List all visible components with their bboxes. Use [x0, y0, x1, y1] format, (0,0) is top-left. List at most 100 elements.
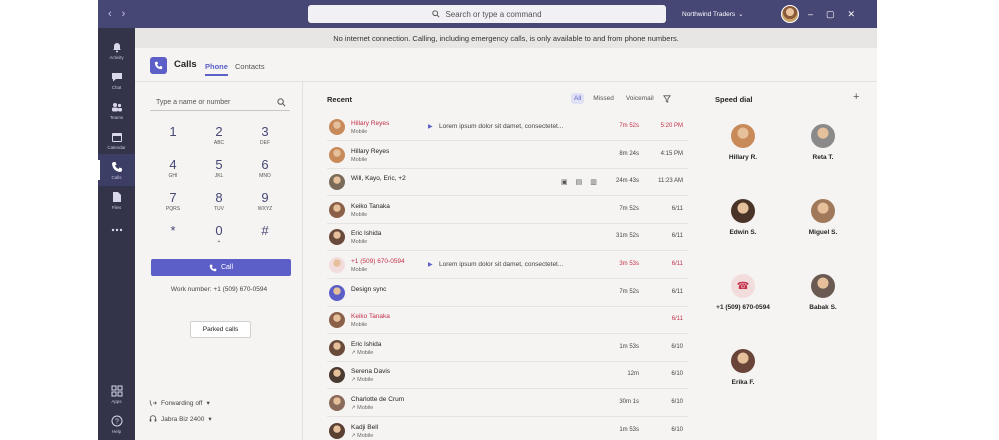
speed-dial-contact[interactable]: Erika F. — [703, 349, 783, 386]
rail-item-calls[interactable]: Calls — [98, 154, 135, 186]
key-letters: JKL — [214, 173, 224, 179]
dialpad-key-2[interactable]: 2 ABC — [199, 124, 239, 152]
tab-phone[interactable]: Phone — [205, 62, 228, 76]
speed-dial-contact[interactable]: Babak S. — [783, 274, 863, 311]
speed-dial-contact[interactable]: ☎ +1 (509) 670-0594 — [703, 274, 783, 311]
caller-line: Mobile — [351, 156, 368, 163]
call-row[interactable]: Keiko Tanaka Mobile 7m 52s 6/11 — [327, 197, 688, 224]
call-row[interactable]: Serena Davis ↗ Mobile 12m 6/10 — [327, 362, 688, 390]
rail-item-more[interactable] — [98, 214, 135, 246]
title-bar: ‹ › Search or type a command Northwind T… — [98, 0, 877, 28]
rail-item-files[interactable]: Files — [98, 184, 135, 216]
dial-search-input[interactable]: Type a name or number — [150, 95, 290, 111]
recent-title: Recent — [327, 95, 353, 104]
command-search-box[interactable]: Search or type a command — [308, 5, 666, 23]
call-time: 6/10 — [671, 399, 683, 405]
call-row[interactable]: Eric Ishida ↗ Mobile 1m 53s 6/10 — [327, 335, 688, 362]
caller-name: Eric Ishida — [351, 340, 382, 348]
offline-banner: No internet connection. Calling, includi… — [135, 28, 877, 48]
call-row[interactable]: Keiko Tanaka Mobile 6/11 — [327, 307, 688, 335]
key-digit: 3 — [261, 124, 269, 139]
caller-line: Mobile — [351, 267, 368, 273]
minimize-icon[interactable]: – — [808, 9, 813, 19]
call-duration: 1m 53s — [619, 343, 639, 350]
add-speed-dial-button[interactable]: + — [853, 91, 859, 103]
avatar — [329, 367, 345, 384]
avatar — [329, 422, 345, 439]
parked-calls-button[interactable]: Parked calls — [190, 321, 251, 338]
forward-arrow-icon[interactable]: › — [122, 8, 126, 20]
maximize-icon[interactable]: ▢ — [826, 9, 835, 20]
caller-name: Eric Ishida — [351, 230, 382, 238]
caller-name: Hillary Reyes — [351, 120, 390, 127]
rail-item-apps[interactable]: Apps — [98, 378, 135, 410]
dialpad-key-0[interactable]: 0 + — [199, 223, 239, 251]
filter-icon[interactable] — [662, 94, 671, 103]
caller-line: Mobile — [351, 239, 368, 246]
filter-all[interactable]: All — [571, 93, 585, 104]
key-digit: * — [170, 223, 176, 238]
avatar — [329, 174, 345, 191]
call-row[interactable]: Design sync 7m 52s 6/11 — [327, 280, 688, 307]
speed-dial-contact[interactable]: Hillary R. — [703, 124, 783, 161]
forwarding-setting[interactable]: Forwarding off ▾ — [149, 399, 210, 407]
notes-icon[interactable]: ▥ — [590, 178, 597, 186]
play-voicemail-icon[interactable]: ▶ — [428, 261, 433, 268]
rail-item-help[interactable]: ? Help — [98, 408, 135, 440]
close-icon[interactable]: ✕ — [848, 9, 856, 20]
phone-number-avatar: ☎ — [731, 274, 755, 298]
dialpad-key-7[interactable]: 7 PQRS — [153, 190, 193, 218]
call-row[interactable]: Hillary Reyes Mobile 8m 24s 4:15 PM — [327, 142, 688, 169]
call-button[interactable]: Call — [151, 259, 291, 276]
call-row[interactable]: Hillary Reyes Mobile ▶ Lorem ipsum dolor si… — [327, 114, 688, 141]
dialpad-key-hash[interactable]: # — [245, 223, 285, 251]
dialpad-key-9[interactable]: 9 WXYZ — [245, 190, 285, 218]
filter-missed[interactable]: Missed — [590, 93, 617, 104]
chevron-down-icon: ⌄ — [738, 11, 744, 18]
rail-item-teams[interactable]: Teams — [98, 94, 135, 126]
dialpad-key-4[interactable]: 4 GHI — [153, 157, 193, 185]
tenant-switcher[interactable]: Northwind Traders ⌄ — [682, 0, 744, 28]
audio-device-setting[interactable]: Jabra Biz 2400 ▾ — [149, 415, 212, 423]
tab-contacts[interactable]: Contacts — [235, 62, 265, 71]
speed-dial-contact[interactable]: Reta T. — [783, 124, 863, 161]
dialpad-key-5[interactable]: 5 JKL — [199, 157, 239, 185]
speed-dial-contact[interactable]: Edwin S. — [703, 199, 783, 236]
rail-item-calendar[interactable]: Calendar — [98, 124, 135, 156]
call-time: 6/11 — [671, 288, 683, 295]
call-row[interactable]: Eric Ishida Mobile 31m 52s 6/11 — [327, 224, 688, 252]
rail-item-chat[interactable]: Chat — [98, 64, 135, 96]
profile-avatar[interactable] — [781, 5, 799, 23]
avatar — [329, 201, 345, 218]
play-voicemail-icon[interactable]: ▶ — [428, 123, 433, 130]
speed-dial-name: Edwin S. — [729, 229, 757, 236]
avatar — [329, 339, 345, 356]
dialpad-key-3[interactable]: 3 DEF — [245, 124, 285, 152]
dialpad-key-star[interactable]: * — [153, 223, 193, 251]
key-digit: 7 — [169, 190, 177, 205]
call-duration: 3m 53s — [619, 261, 639, 267]
video-icon[interactable]: ▣ — [561, 178, 568, 186]
dialpad-key-8[interactable]: 8 TUV — [199, 190, 239, 218]
teams-icon — [111, 102, 122, 111]
rail-item-activity[interactable]: Activity — [98, 34, 135, 66]
dialpad-key-1[interactable]: 1 — [153, 124, 193, 152]
speed-dial-contact[interactable]: Miguel S. — [783, 199, 863, 236]
call-time: 4:15 PM — [660, 150, 683, 157]
call-time: 6/10 — [671, 371, 683, 378]
call-row[interactable]: Kadji Bell ↗ Mobile 1m 53s 6/10 — [327, 418, 688, 440]
dialpad-key-6[interactable]: 6 MNO — [245, 157, 285, 185]
filter-voicemail[interactable]: Voicemail — [623, 93, 657, 104]
avatar — [329, 257, 345, 273]
back-arrow-icon[interactable]: ‹ — [108, 8, 112, 20]
call-time: 6/10 — [671, 426, 683, 433]
search-icon — [277, 98, 286, 107]
caller-name: +1 (509) 670-0594 — [351, 258, 405, 265]
chat-icon[interactable]: ▤ — [576, 178, 583, 186]
call-time: 6/11 — [671, 261, 683, 267]
call-row[interactable]: Will, Kayo, Eric, +2 ▣ ▤ ▥ 24m 43s 11:23 AM — [327, 169, 688, 197]
call-row[interactable]: +1 (509) 670-0594 Mobile ▶ Lorem ipsum dolo… — [327, 252, 688, 279]
speed-dial-name: Erika F. — [731, 379, 755, 386]
rail-label: Teams — [109, 114, 124, 120]
call-row[interactable]: Charlotte de Crum ↗ Mobile 30m 1s 6/10 — [327, 390, 688, 417]
